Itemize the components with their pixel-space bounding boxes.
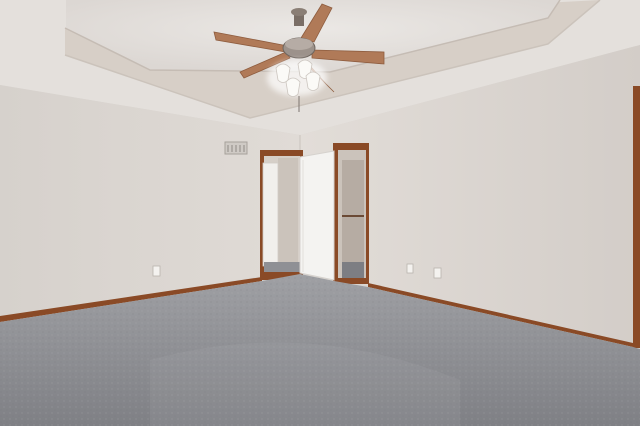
walk-in-closet	[333, 143, 369, 284]
open-door	[299, 150, 335, 281]
fan-light-globe	[305, 71, 321, 91]
right-door-frame	[633, 86, 640, 348]
wall-outlet	[152, 265, 161, 277]
wall-outlet	[433, 267, 442, 279]
room-photo	[0, 0, 640, 426]
fan-light-globe	[285, 77, 301, 97]
wall-outlet	[406, 263, 414, 274]
interior-doorway	[260, 150, 303, 280]
